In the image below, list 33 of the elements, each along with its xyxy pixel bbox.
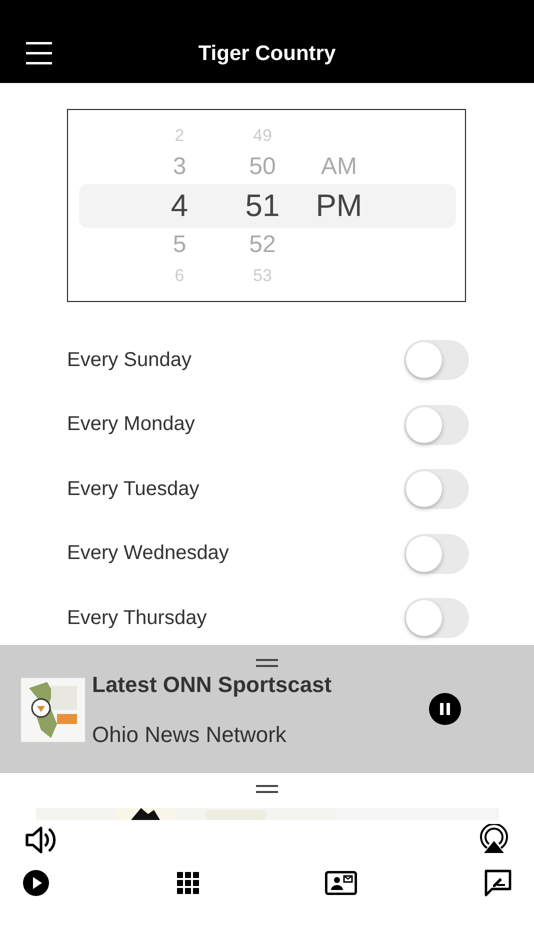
- speaker-icon[interactable]: [24, 824, 56, 856]
- app-title: Tiger Country: [198, 42, 336, 66]
- contact-card-icon[interactable]: [325, 871, 358, 895]
- picker-value[interactable]: 4: [170, 188, 188, 224]
- menu-icon[interactable]: [26, 40, 52, 66]
- track-subtitle: Ohio News Network: [92, 722, 286, 748]
- day-label: Every Sunday: [67, 348, 192, 372]
- toggle-switch[interactable]: [404, 469, 469, 510]
- picker-value[interactable]: 50: [249, 152, 276, 180]
- toggle-switch[interactable]: [404, 598, 469, 638]
- picker-value[interactable]: 3: [172, 152, 186, 180]
- drag-handle-icon[interactable]: [256, 785, 278, 793]
- picker-value[interactable]: 52: [249, 230, 276, 258]
- day-label: Every Monday: [67, 413, 195, 436]
- mini-player[interactable]: Latest ONN Sportscast Ohio News Network: [0, 645, 534, 773]
- day-label: Every Thursday: [67, 606, 207, 630]
- picker-value[interactable]: 5: [172, 230, 186, 258]
- pause-icon[interactable]: [429, 693, 461, 725]
- picker-value[interactable]: AM: [321, 152, 357, 180]
- feedback-icon[interactable]: [484, 869, 512, 897]
- track-title: Latest ONN Sportscast: [92, 672, 332, 698]
- toggle-switch[interactable]: [404, 404, 469, 445]
- station-logo: [21, 678, 85, 742]
- day-label: Every Tuesday: [67, 478, 200, 501]
- picker-value[interactable]: PM: [316, 188, 362, 224]
- play-icon[interactable]: [22, 869, 50, 897]
- day-label: Every Wednesday: [67, 542, 229, 566]
- drag-handle-icon[interactable]: [256, 659, 278, 667]
- toggle-switch[interactable]: [404, 534, 469, 574]
- picker-value[interactable]: 51: [245, 188, 280, 224]
- grid-icon[interactable]: [176, 872, 199, 894]
- airplay-icon[interactable]: [478, 824, 510, 856]
- toggle-switch[interactable]: [404, 340, 469, 380]
